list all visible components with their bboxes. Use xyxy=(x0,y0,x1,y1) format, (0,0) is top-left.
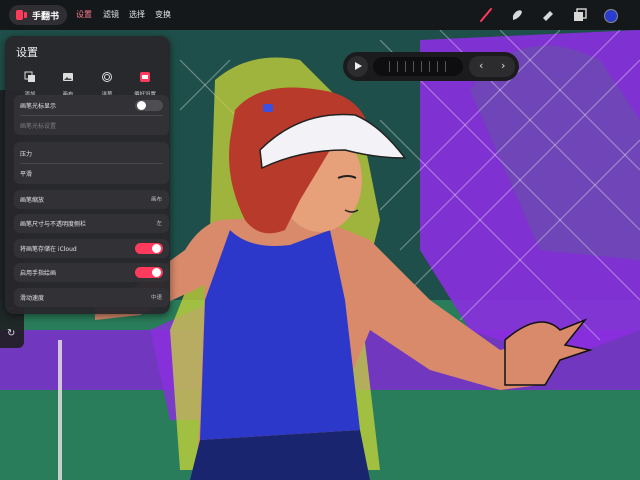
menu-settings[interactable]: 设置 xyxy=(76,9,92,20)
cursor-card: 画笔光标显示 画笔光标设置 xyxy=(14,95,169,135)
smudge-icon[interactable] xyxy=(509,7,525,23)
canvas-button[interactable]: 画布 xyxy=(48,68,88,98)
add-button[interactable]: 添加 xyxy=(10,68,50,98)
chevron-left-icon[interactable]: ‹ xyxy=(479,59,483,72)
menu-filters[interactable]: 滤镜 xyxy=(103,9,119,20)
eraser-icon[interactable] xyxy=(540,7,556,23)
brush-icon[interactable] xyxy=(478,7,494,23)
chevron-right-icon[interactable]: › xyxy=(501,59,505,72)
preferences-button[interactable]: 偏好设置 xyxy=(125,68,165,98)
brush-scaling-row[interactable]: 画笔缩放 画布 xyxy=(14,190,169,209)
panel-title: 设置 xyxy=(16,46,38,59)
gallery-button[interactable]: 手翻书 xyxy=(9,5,67,25)
onion-skin-icon xyxy=(102,72,112,82)
color-picker-swatch[interactable] xyxy=(604,9,618,23)
cursor-display-row: 画笔光标显示 xyxy=(14,96,169,114)
finger-painting-row: 启用手指绘画 xyxy=(14,263,169,282)
app-logo-icon xyxy=(16,10,28,20)
scroll-speed-value: 中速 xyxy=(150,295,162,301)
sidebar-position-value: 左 xyxy=(156,221,162,227)
top-toolbar: 手翻书 设置 滤镜 选择 变换 xyxy=(0,0,640,30)
play-button[interactable] xyxy=(347,56,368,77)
menu-transform[interactable]: 变换 xyxy=(155,9,171,20)
app-name: 手翻书 xyxy=(32,11,60,22)
preferences-icon xyxy=(140,72,150,82)
play-icon xyxy=(355,62,362,70)
cursor-settings-row[interactable]: 画笔光标设置 xyxy=(14,116,169,134)
brush-scaling-value: 画布 xyxy=(150,197,162,203)
onion-skin-button[interactable]: 洋葱 xyxy=(87,68,127,98)
scroll-speed-row[interactable]: 滑动速度 中速 xyxy=(14,288,169,307)
settings-panel: 设置 添加 画布 洋葱 偏好设置 画笔光标显示 xyxy=(5,36,170,314)
sidebar-position-row[interactable]: 画笔尺寸与不透明度侧栏 左 xyxy=(14,214,169,233)
menu-select[interactable]: 选择 xyxy=(129,9,145,20)
layers-icon[interactable] xyxy=(572,7,588,23)
copy-icon xyxy=(24,71,35,82)
frame-nav: ‹ › xyxy=(469,56,515,77)
finger-painting-toggle[interactable] xyxy=(135,267,163,278)
frame-scrubber[interactable] xyxy=(373,57,463,76)
pressure-row[interactable]: 压力 xyxy=(14,144,169,162)
smoothing-row[interactable]: 平滑 xyxy=(14,164,169,182)
pressure-card: 压力 平滑 xyxy=(14,142,169,184)
image-icon xyxy=(63,73,73,81)
cursor-display-toggle[interactable] xyxy=(135,100,163,111)
playback-controls: ‹ › xyxy=(343,52,519,81)
redo-icon[interactable]: ↻ xyxy=(7,328,15,339)
icloud-toggle[interactable] xyxy=(135,243,163,254)
icloud-row: 将画笔存储在 iCloud xyxy=(14,239,169,258)
